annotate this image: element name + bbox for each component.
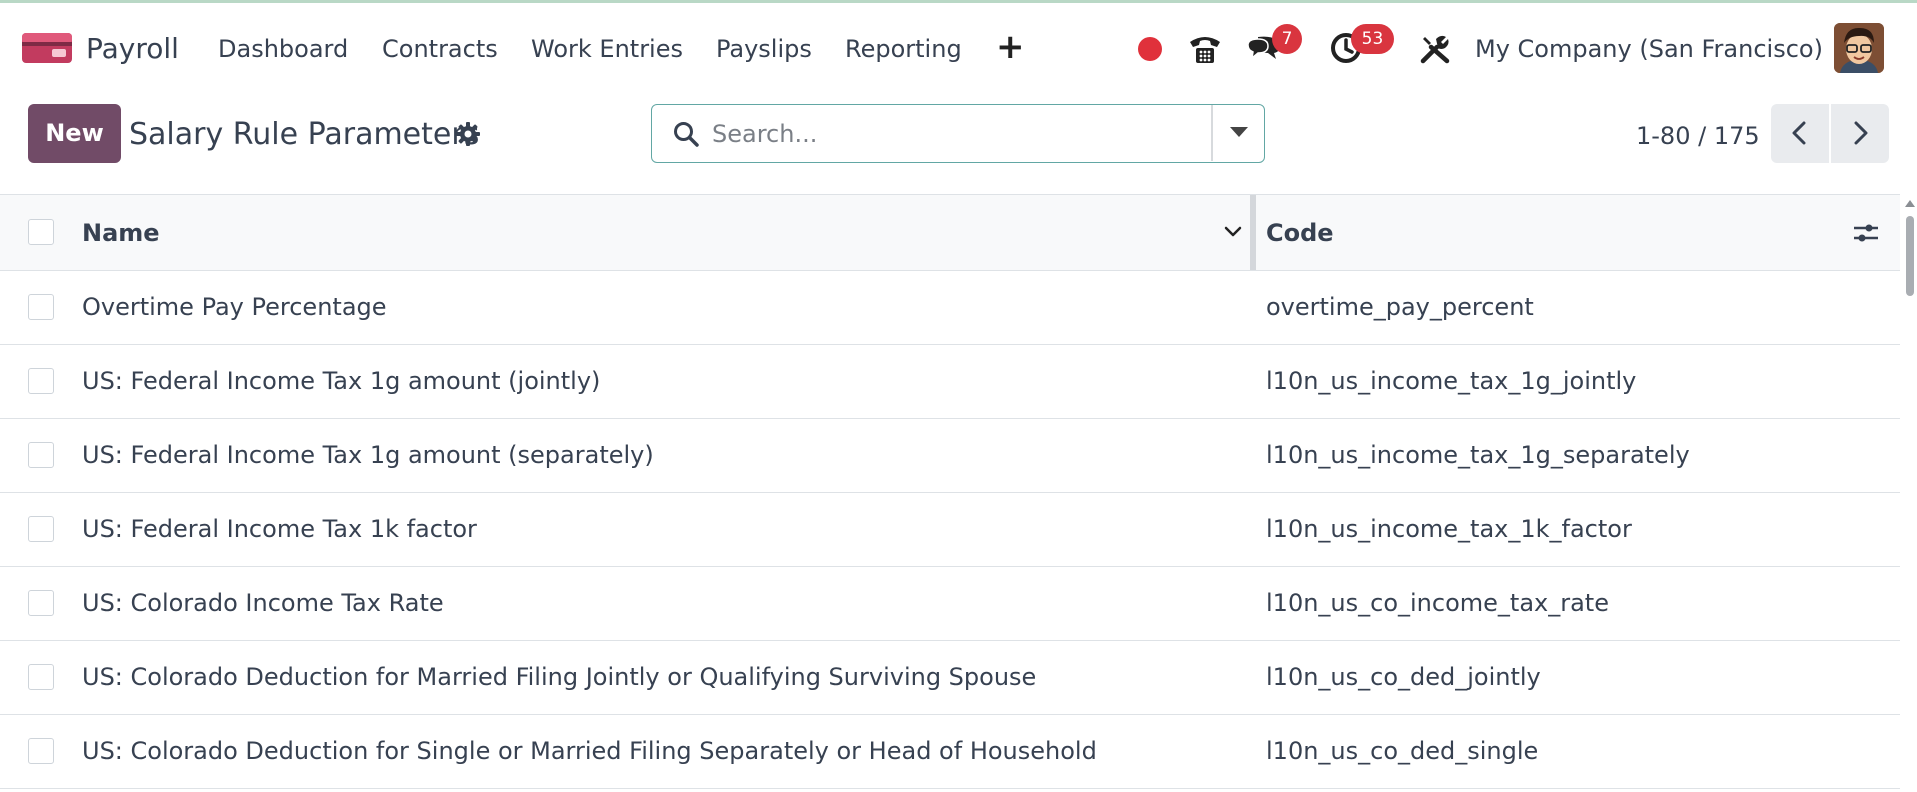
payroll-app-icon[interactable] bbox=[22, 29, 72, 65]
pager-value[interactable]: 1-80 / 175 bbox=[1636, 120, 1760, 152]
tools-icon[interactable] bbox=[1419, 33, 1451, 65]
page-title: Salary Rule Parameters bbox=[129, 117, 480, 152]
select-all-checkbox[interactable] bbox=[28, 219, 54, 245]
menu-reporting[interactable]: Reporting bbox=[845, 33, 962, 65]
new-button[interactable]: New bbox=[28, 104, 121, 163]
gear-icon[interactable] bbox=[455, 121, 481, 147]
chevron-left-icon bbox=[1792, 121, 1806, 145]
row-name: US: Federal Income Tax 1g amount (jointl… bbox=[82, 367, 601, 395]
scroll-up-arrow-icon[interactable] bbox=[1905, 200, 1915, 207]
table-row[interactable]: US: Colorado Deduction for Single or Mar… bbox=[0, 715, 1900, 789]
table-row[interactable]: US: Federal Income Tax 1g amount (jointl… bbox=[0, 345, 1900, 419]
row-checkbox[interactable] bbox=[28, 738, 54, 764]
row-code: l10n_us_co_ded_jointly bbox=[1266, 663, 1541, 691]
company-switcher[interactable]: My Company (San Francisco) bbox=[1475, 33, 1823, 65]
main-navbar: Payroll Dashboard Contracts Work Entries… bbox=[0, 3, 1917, 91]
optional-columns-sliders-icon[interactable] bbox=[1852, 219, 1880, 247]
row-code: overtime_pay_percent bbox=[1266, 293, 1534, 321]
menu-payslips[interactable]: Payslips bbox=[716, 33, 812, 65]
column-header-code[interactable]: Code bbox=[1266, 217, 1334, 249]
row-code: l10n_us_income_tax_1g_separately bbox=[1266, 441, 1690, 469]
menu-contracts[interactable]: Contracts bbox=[382, 33, 498, 65]
row-checkbox[interactable] bbox=[28, 664, 54, 690]
table-row[interactable]: Overtime Pay Percentage overtime_pay_per… bbox=[0, 271, 1900, 345]
menu-work-entries[interactable]: Work Entries bbox=[531, 33, 683, 65]
row-checkbox[interactable] bbox=[28, 590, 54, 616]
row-name: US: Colorado Deduction for Single or Mar… bbox=[82, 737, 1097, 765]
row-code: l10n_us_co_ded_single bbox=[1266, 737, 1539, 765]
column-resize-handle[interactable] bbox=[1250, 195, 1256, 270]
row-name: US: Federal Income Tax 1g amount (separa… bbox=[82, 441, 654, 469]
scroll-thumb[interactable] bbox=[1906, 216, 1914, 296]
records-list: Name Code Overtime Pay Percentage overti… bbox=[0, 194, 1900, 789]
column-header-name[interactable]: Name bbox=[82, 217, 160, 249]
pager-previous-button[interactable] bbox=[1771, 104, 1829, 163]
row-checkbox[interactable] bbox=[28, 368, 54, 394]
row-name: US: Colorado Deduction for Married Filin… bbox=[82, 663, 1037, 691]
vertical-scrollbar[interactable] bbox=[1903, 200, 1917, 792]
pager-next-button[interactable] bbox=[1831, 104, 1889, 163]
phone-icon[interactable] bbox=[1187, 30, 1223, 66]
row-checkbox[interactable] bbox=[28, 294, 54, 320]
row-checkbox[interactable] bbox=[28, 516, 54, 542]
record-icon[interactable] bbox=[1138, 37, 1162, 61]
search-input[interactable] bbox=[712, 115, 1242, 153]
search-bar bbox=[651, 104, 1265, 163]
chevron-right-icon bbox=[1854, 121, 1868, 145]
app-name[interactable]: Payroll bbox=[86, 31, 179, 67]
row-checkbox[interactable] bbox=[28, 442, 54, 468]
sort-caret-down-icon[interactable] bbox=[1221, 220, 1245, 244]
user-avatar[interactable] bbox=[1834, 23, 1884, 73]
row-code: l10n_us_income_tax_1g_jointly bbox=[1266, 367, 1637, 395]
list-header: Name Code bbox=[0, 194, 1900, 271]
menu-dashboard[interactable]: Dashboard bbox=[218, 33, 348, 65]
activities-badge: 53 bbox=[1351, 24, 1394, 54]
table-row[interactable]: US: Federal Income Tax 1k factor l10n_us… bbox=[0, 493, 1900, 567]
row-name: US: Federal Income Tax 1k factor bbox=[82, 515, 477, 543]
row-name: US: Colorado Income Tax Rate bbox=[82, 589, 444, 617]
search-options-caret-icon[interactable] bbox=[1212, 105, 1264, 161]
row-name: Overtime Pay Percentage bbox=[82, 293, 387, 321]
table-row[interactable]: US: Federal Income Tax 1g amount (separa… bbox=[0, 419, 1900, 493]
messages-badge: 7 bbox=[1272, 24, 1302, 54]
search-icon bbox=[674, 122, 699, 147]
plus-icon[interactable]: + bbox=[996, 27, 1025, 67]
table-row[interactable]: US: Colorado Income Tax Rate l10n_us_co_… bbox=[0, 567, 1900, 641]
row-code: l10n_us_co_income_tax_rate bbox=[1266, 589, 1609, 617]
row-code: l10n_us_income_tax_1k_factor bbox=[1266, 515, 1632, 543]
table-row[interactable]: US: Colorado Deduction for Married Filin… bbox=[0, 641, 1900, 715]
